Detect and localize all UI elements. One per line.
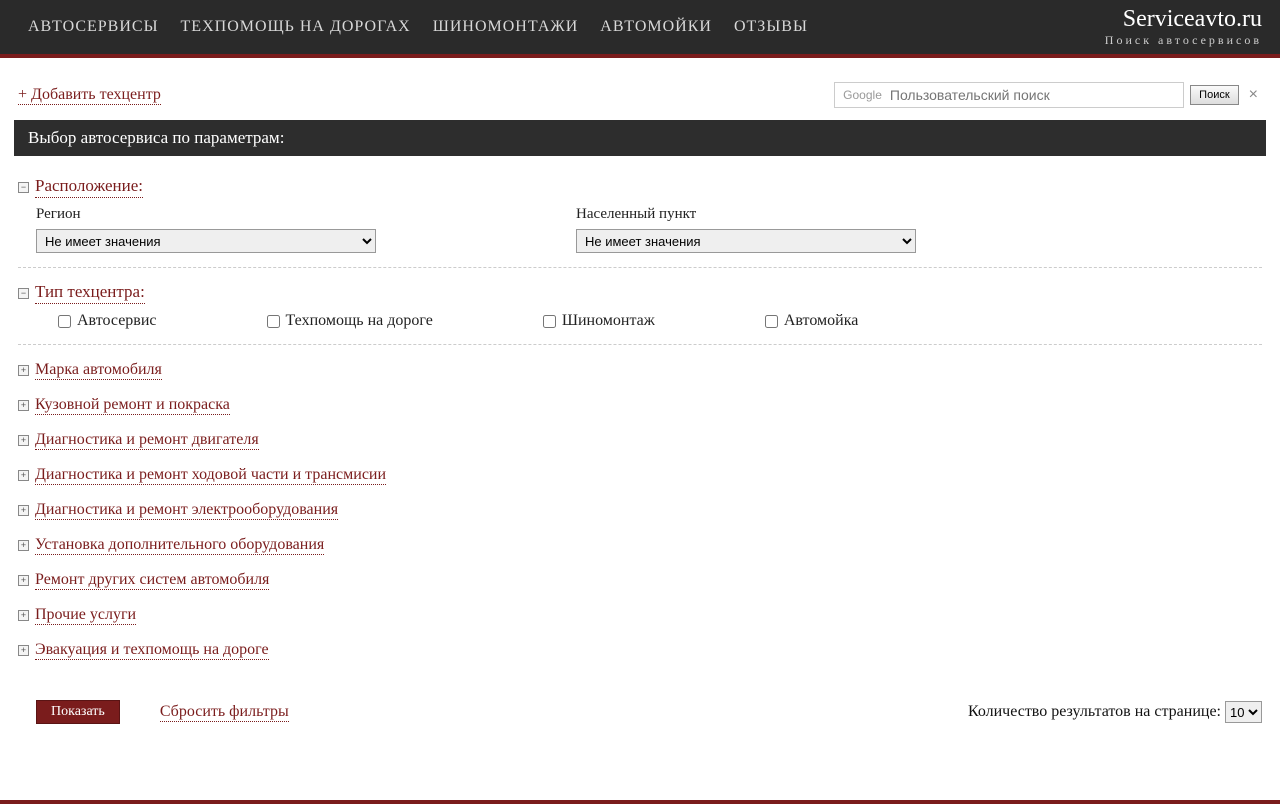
brand-block: Serviceavto.ru Поиск автосервисов xyxy=(1105,6,1262,48)
city-label: Населенный пункт xyxy=(576,206,1056,223)
filter-extra-equipment[interactable]: Установка дополнительного оборудования xyxy=(35,536,324,555)
expand-icon[interactable]: + xyxy=(18,400,29,411)
expand-icon[interactable]: + xyxy=(18,435,29,446)
filter-other-systems[interactable]: Ремонт других систем автомобиля xyxy=(35,571,269,590)
checkbox-autoservice[interactable] xyxy=(58,315,71,328)
region-label: Регион xyxy=(36,206,516,223)
expand-icon[interactable]: + xyxy=(18,645,29,656)
nav-reviews[interactable]: ОТЗЫВЫ xyxy=(734,18,808,36)
search-button[interactable]: Поиск xyxy=(1190,85,1238,105)
type-option-roadhelp[interactable]: Техпомощь на дороге xyxy=(267,312,433,330)
expand-icon[interactable]: + xyxy=(18,470,29,481)
nav-autoservice[interactable]: АВТОСЕРВИСЫ xyxy=(28,18,159,36)
divider xyxy=(18,267,1262,268)
city-select[interactable]: Не имеет значения xyxy=(576,229,916,253)
search-box: Google xyxy=(834,82,1184,108)
reset-filters-link[interactable]: Сбросить фильтры xyxy=(160,703,289,722)
add-center-link[interactable]: Добавить техцентр xyxy=(18,86,161,105)
nav-tires[interactable]: ШИНОМОНТАЖИ xyxy=(433,18,579,36)
brand-title: Serviceavto.ru xyxy=(1105,6,1262,33)
per-page-label: Количество результатов на странице: xyxy=(968,703,1221,721)
type-title[interactable]: Тип техцентра: xyxy=(35,282,145,304)
nav-roadhelp[interactable]: ТЕХПОМОЩЬ НА ДОРОГАХ xyxy=(181,18,411,36)
region-select[interactable]: Не имеет значения xyxy=(36,229,376,253)
filter-header: Выбор автосервиса по параметрам: xyxy=(14,120,1266,156)
filter-chassis[interactable]: Диагностика и ремонт ходовой части и тра… xyxy=(35,466,386,485)
brand-subtitle: Поиск автосервисов xyxy=(1105,33,1262,48)
nav-menu: АВТОСЕРВИСЫ ТЕХПОМОЩЬ НА ДОРОГАХ ШИНОМОН… xyxy=(28,18,1105,36)
type-option-carwash[interactable]: Автомойка xyxy=(765,312,859,330)
location-section-header: − Расположение: xyxy=(18,176,1262,198)
search-close-icon[interactable]: × xyxy=(1245,86,1262,104)
filter-evacuation[interactable]: Эвакуация и техпомощь на дороге xyxy=(35,641,269,660)
per-page-select[interactable]: 10 xyxy=(1225,701,1262,723)
checkbox-carwash[interactable] xyxy=(765,315,778,328)
top-navbar: АВТОСЕРВИСЫ ТЕХПОМОЩЬ НА ДОРОГАХ ШИНОМОН… xyxy=(0,0,1280,58)
filter-body-repair[interactable]: Кузовной ремонт и покраска xyxy=(35,396,230,415)
search-group: Google Поиск × xyxy=(834,82,1262,108)
expand-icon[interactable]: + xyxy=(18,540,29,551)
content-area: Добавить техцентр Google Поиск × Выбор а… xyxy=(0,58,1280,800)
checkbox-tires[interactable] xyxy=(543,315,556,328)
search-input[interactable] xyxy=(890,83,1183,107)
collapse-icon[interactable]: − xyxy=(18,182,29,193)
filter-other-services[interactable]: Прочие услуги xyxy=(35,606,136,625)
type-option-tires[interactable]: Шиномонтаж xyxy=(543,312,655,330)
expand-icon[interactable]: + xyxy=(18,505,29,516)
filter-engine[interactable]: Диагностика и ремонт двигателя xyxy=(35,431,259,450)
collapse-icon[interactable]: − xyxy=(18,288,29,299)
nav-carwash[interactable]: АВТОМОЙКИ xyxy=(600,18,712,36)
expand-icon[interactable]: + xyxy=(18,575,29,586)
show-button[interactable]: Показать xyxy=(36,700,120,724)
expand-icon[interactable]: + xyxy=(18,365,29,376)
collapsed-filter-list: + Марка автомобиля + Кузовной ремонт и пок… xyxy=(18,361,1262,660)
google-logo: Google xyxy=(835,88,890,102)
type-option-autoservice[interactable]: Автосервис xyxy=(58,312,157,330)
filter-electrical[interactable]: Диагностика и ремонт электрооборудования xyxy=(35,501,338,520)
location-title[interactable]: Расположение: xyxy=(35,176,143,198)
expand-icon[interactable]: + xyxy=(18,610,29,621)
checkbox-roadhelp[interactable] xyxy=(267,315,280,328)
divider xyxy=(18,344,1262,345)
type-section-header: − Тип техцентра: xyxy=(18,282,1262,304)
filter-car-brand[interactable]: Марка автомобиля xyxy=(35,361,162,380)
footer-rule xyxy=(0,800,1280,804)
